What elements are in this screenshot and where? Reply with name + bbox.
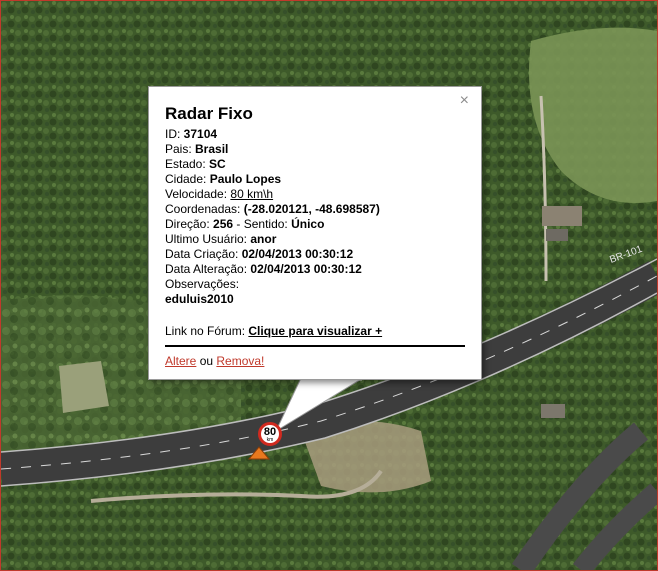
estado-row: Estado: SC — [165, 157, 465, 172]
estado-label: Estado: — [165, 157, 210, 171]
popup-title: Radar Fixo — [165, 104, 253, 123]
pais-label: Pais: — [165, 142, 196, 156]
altere-link[interactable]: Altere — [165, 354, 196, 368]
direcao-label: Direção: — [165, 217, 214, 231]
map-view[interactable]: BR-101 80 km × Radar Fixo ID: 37104 Pais… — [0, 0, 658, 571]
cidade-row: Cidade: Paulo Lopes — [165, 172, 465, 187]
id-label: ID: — [165, 127, 184, 141]
id-row: ID: 37104 — [165, 127, 465, 142]
usuario-value: anor — [250, 232, 277, 246]
sentido-label: - Sentido: — [233, 217, 292, 231]
forum-row: Link no Fórum: Clique para visualizar + — [165, 324, 465, 339]
pais-value: Brasil — [195, 142, 229, 156]
direcao-value: 256 — [213, 217, 234, 231]
id-value: 37104 — [183, 127, 218, 141]
usuario-row: Ultimo Usuário: anor — [165, 232, 465, 247]
usuario-label: Ultimo Usuário: — [165, 232, 251, 246]
criacao-value: 02/04/2013 00:30:12 — [241, 247, 354, 261]
alteracao-value: 02/04/2013 00:30:12 — [250, 262, 362, 276]
criacao-label: Data Criação: — [165, 247, 242, 261]
alteracao-label: Data Alteração: — [165, 262, 251, 276]
divider — [165, 345, 465, 347]
observacoes-label: Observações: — [165, 277, 240, 291]
estado-value: SC — [209, 157, 226, 171]
coordenadas-label: Coordenadas: — [165, 202, 244, 216]
cidade-label: Cidade: — [165, 172, 210, 186]
close-icon[interactable]: × — [460, 93, 469, 109]
coordenadas-row: Coordenadas: (-28.020121, -48.698587) — [165, 202, 465, 217]
criacao-row: Data Criação: 02/04/2013 00:30:12 — [165, 247, 465, 262]
actions-row: Altere ou Remova! — [165, 354, 465, 369]
pais-row: Pais: Brasil — [165, 142, 465, 157]
cidade-value: Paulo Lopes — [209, 172, 282, 186]
forum-label: Link no Fórum: — [165, 324, 249, 338]
info-window: × Radar Fixo ID: 37104 Pais: Brasil Esta… — [148, 86, 482, 380]
velocidade-row: Velocidade: 80 km\h — [165, 187, 465, 202]
velocidade-link[interactable]: 80 km\h — [230, 187, 273, 201]
direcao-row: Direção: 256 - Sentido: Único — [165, 217, 465, 232]
sentido-value: Único — [291, 217, 325, 231]
ou-text: ou — [196, 354, 217, 368]
forum-link[interactable]: Clique para visualizar + — [248, 324, 382, 338]
coordenadas-value: (-28.020121, -48.698587) — [243, 202, 380, 216]
remova-link[interactable]: Remova! — [216, 354, 264, 368]
observacoes-value: eduluis2010 — [165, 292, 234, 306]
velocidade-label: Velocidade: — [165, 187, 231, 201]
alteracao-row: Data Alteração: 02/04/2013 00:30:12 — [165, 262, 465, 277]
